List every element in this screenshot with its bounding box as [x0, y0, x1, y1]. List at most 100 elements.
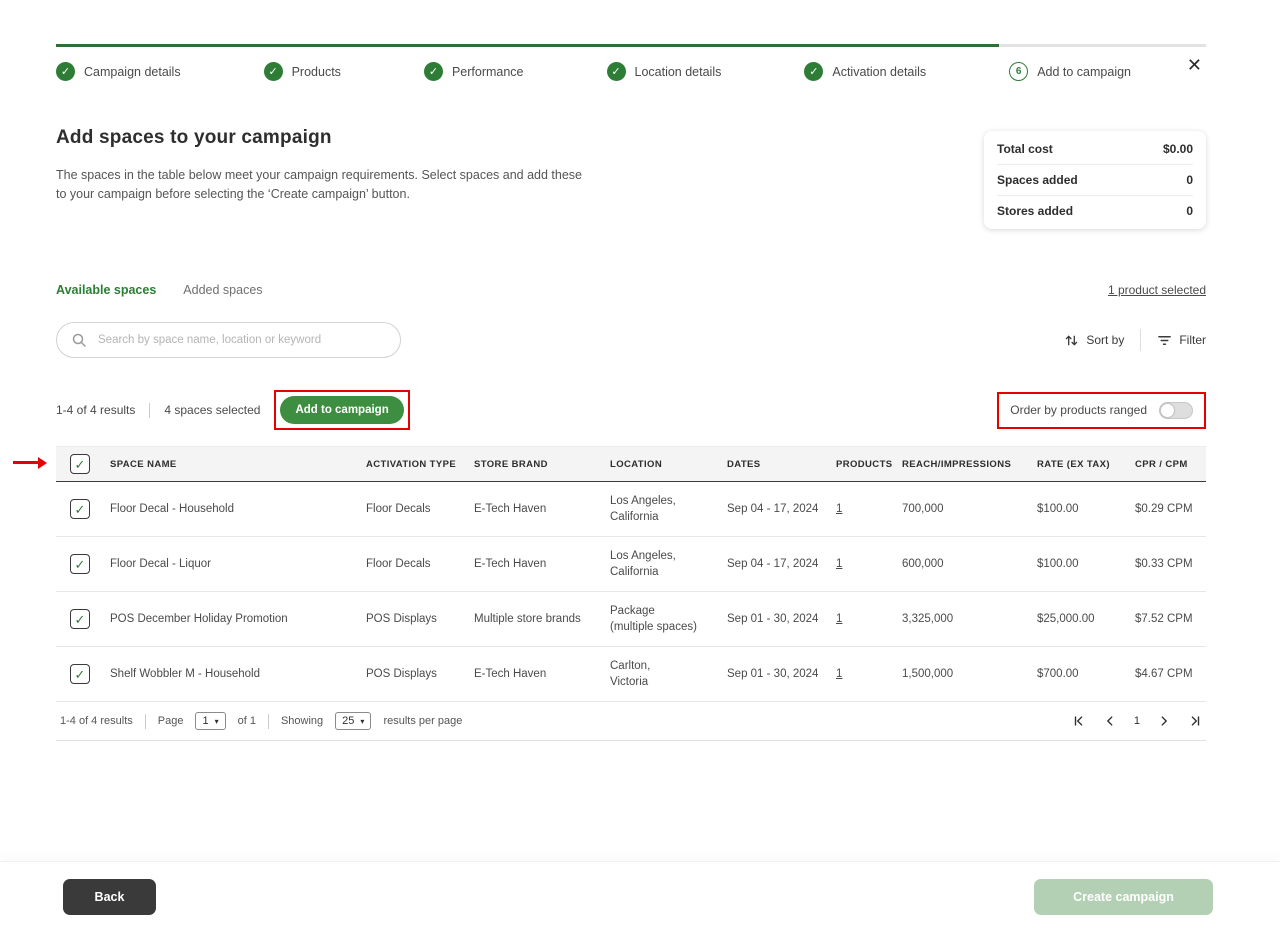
per-page-suffix: results per page — [383, 715, 462, 727]
search-box — [56, 322, 401, 358]
cell-rate: $100.00 — [1037, 503, 1135, 515]
step-campaign-details[interactable]: ✓ Campaign details — [56, 62, 181, 81]
last-page-icon — [1188, 714, 1202, 728]
column-header-dates: DATES — [727, 459, 836, 470]
cell-dates: Sep 01 - 30, 2024 — [727, 613, 836, 625]
summary-card: Total cost $0.00 Spaces added 0 Stores a… — [984, 131, 1206, 229]
per-page-select-value: 25 — [342, 715, 354, 727]
divider — [145, 714, 146, 729]
summary-label: Total cost — [997, 142, 1053, 156]
column-header-products: PRODUCTS — [836, 459, 902, 470]
annotation-arrow — [13, 461, 39, 464]
cell-products-link[interactable]: 1 — [836, 503, 842, 515]
check-icon: ✓ — [75, 668, 86, 681]
cell-activation-type: Floor Decals — [366, 503, 474, 515]
step-number-icon: 6 — [1009, 62, 1028, 81]
search-input[interactable] — [96, 333, 386, 347]
chevron-right-icon — [1157, 714, 1171, 728]
table-row: ✓ POS December Holiday Promotion POS Dis… — [56, 592, 1206, 647]
sort-by-button[interactable]: Sort by — [1064, 333, 1124, 348]
cell-store-brand: E-Tech Haven — [474, 503, 610, 515]
step-products[interactable]: ✓ Products — [264, 62, 341, 81]
cell-location: Los Angeles, California — [610, 493, 727, 525]
cell-cpm: $0.29 CPM — [1135, 503, 1206, 515]
check-circle-icon: ✓ — [607, 62, 626, 81]
page-select[interactable]: 1 ▾ — [195, 712, 225, 730]
step-add-to-campaign[interactable]: 6 Add to campaign — [1009, 62, 1131, 81]
prev-page-button[interactable] — [1103, 714, 1117, 728]
summary-row-total-cost: Total cost $0.00 — [997, 134, 1193, 165]
showing-label: Showing — [281, 715, 323, 727]
summary-value: $0.00 — [1163, 142, 1193, 156]
header-section: Add spaces to your campaign The spaces i… — [56, 127, 1206, 229]
column-header-reach: REACH/IMPRESSIONS — [902, 459, 1037, 470]
step-label: Activation details — [832, 65, 926, 79]
summary-value: 0 — [1186, 173, 1193, 187]
order-by-products-toggle[interactable] — [1159, 402, 1193, 419]
filter-button[interactable]: Filter — [1157, 333, 1206, 348]
chevron-left-icon — [1103, 714, 1117, 728]
sort-by-label: Sort by — [1086, 333, 1124, 347]
cell-cpm: $4.67 CPM — [1135, 668, 1206, 680]
row-checkbox[interactable]: ✓ — [70, 609, 90, 629]
cell-products-link[interactable]: 1 — [836, 613, 842, 625]
tab-available-spaces[interactable]: Available spaces — [56, 283, 156, 297]
cell-dates: Sep 04 - 17, 2024 — [727, 503, 836, 515]
cell-rate: $25,000.00 — [1037, 613, 1135, 625]
row-checkbox[interactable]: ✓ — [70, 499, 90, 519]
table-row: ✓ Shelf Wobbler M - Household POS Displa… — [56, 647, 1206, 702]
cell-activation-type: POS Displays — [366, 668, 474, 680]
check-icon: ✓ — [75, 458, 86, 471]
cell-reach: 1,500,000 — [902, 668, 1037, 680]
product-selected-link[interactable]: 1 product selected — [1108, 283, 1206, 297]
cell-rate: $100.00 — [1037, 558, 1135, 570]
cell-space-name: Floor Decal - Liquor — [110, 558, 366, 570]
step-performance[interactable]: ✓ Performance — [424, 62, 524, 81]
step-activation-details[interactable]: ✓ Activation details — [804, 62, 926, 81]
column-header-cpm: CPR / CPM — [1135, 459, 1206, 470]
first-page-button[interactable] — [1072, 714, 1086, 728]
step-location-details[interactable]: ✓ Location details — [607, 62, 722, 81]
add-to-campaign-button[interactable]: Add to campaign — [280, 396, 403, 424]
cell-products-link[interactable]: 1 — [836, 558, 842, 570]
select-all-checkbox[interactable]: ✓ — [70, 454, 90, 474]
check-circle-icon: ✓ — [264, 62, 283, 81]
page-of-label: of 1 — [238, 715, 256, 727]
tab-added-spaces[interactable]: Added spaces — [183, 283, 262, 297]
per-page-select[interactable]: 25 ▾ — [335, 712, 371, 730]
spaces-table: ✓ SPACE NAME ACTIVATION TYPE STORE BRAND… — [56, 446, 1206, 741]
divider — [149, 403, 150, 418]
back-button[interactable]: Back — [63, 879, 156, 915]
check-circle-icon: ✓ — [56, 62, 75, 81]
cell-location: Carlton, Victoria — [610, 658, 727, 690]
cell-space-name: Floor Decal - Household — [110, 503, 366, 515]
sort-icon — [1064, 333, 1079, 348]
table-header-row: ✓ SPACE NAME ACTIVATION TYPE STORE BRAND… — [56, 446, 1206, 482]
page-description: The spaces in the table below meet your … — [56, 166, 586, 205]
close-button[interactable]: ✕ — [1183, 52, 1206, 78]
search-row: Sort by Filter — [56, 322, 1206, 358]
summary-row-spaces-added: Spaces added 0 — [997, 165, 1193, 196]
close-icon: ✕ — [1187, 55, 1202, 75]
order-toggle-label: Order by products ranged — [1010, 403, 1147, 417]
actions-row: 1-4 of 4 results 4 spaces selected Add t… — [56, 390, 1206, 430]
next-page-button[interactable] — [1157, 714, 1171, 728]
last-page-button[interactable] — [1188, 714, 1202, 728]
column-header-store-brand: STORE BRAND — [474, 459, 610, 470]
summary-label: Stores added — [997, 204, 1073, 218]
create-campaign-button[interactable]: Create campaign — [1034, 879, 1213, 915]
current-page-number[interactable]: 1 — [1134, 715, 1140, 727]
pagination-results: 1-4 of 4 results — [60, 715, 133, 727]
divider — [268, 714, 269, 729]
stepper: ✓ Campaign details ✓ Products ✓ Performa… — [56, 62, 1131, 81]
cell-products-link[interactable]: 1 — [836, 668, 842, 680]
cell-cpm: $0.33 CPM — [1135, 558, 1206, 570]
page-select-value: 1 — [202, 715, 208, 727]
cell-location: Package (multiple spaces) — [610, 603, 727, 635]
page-label: Page — [158, 715, 184, 727]
progress-bar — [56, 44, 1206, 47]
row-checkbox[interactable]: ✓ — [70, 554, 90, 574]
summary-label: Spaces added — [997, 173, 1078, 187]
row-checkbox[interactable]: ✓ — [70, 664, 90, 684]
page-title: Add spaces to your campaign — [56, 127, 586, 149]
